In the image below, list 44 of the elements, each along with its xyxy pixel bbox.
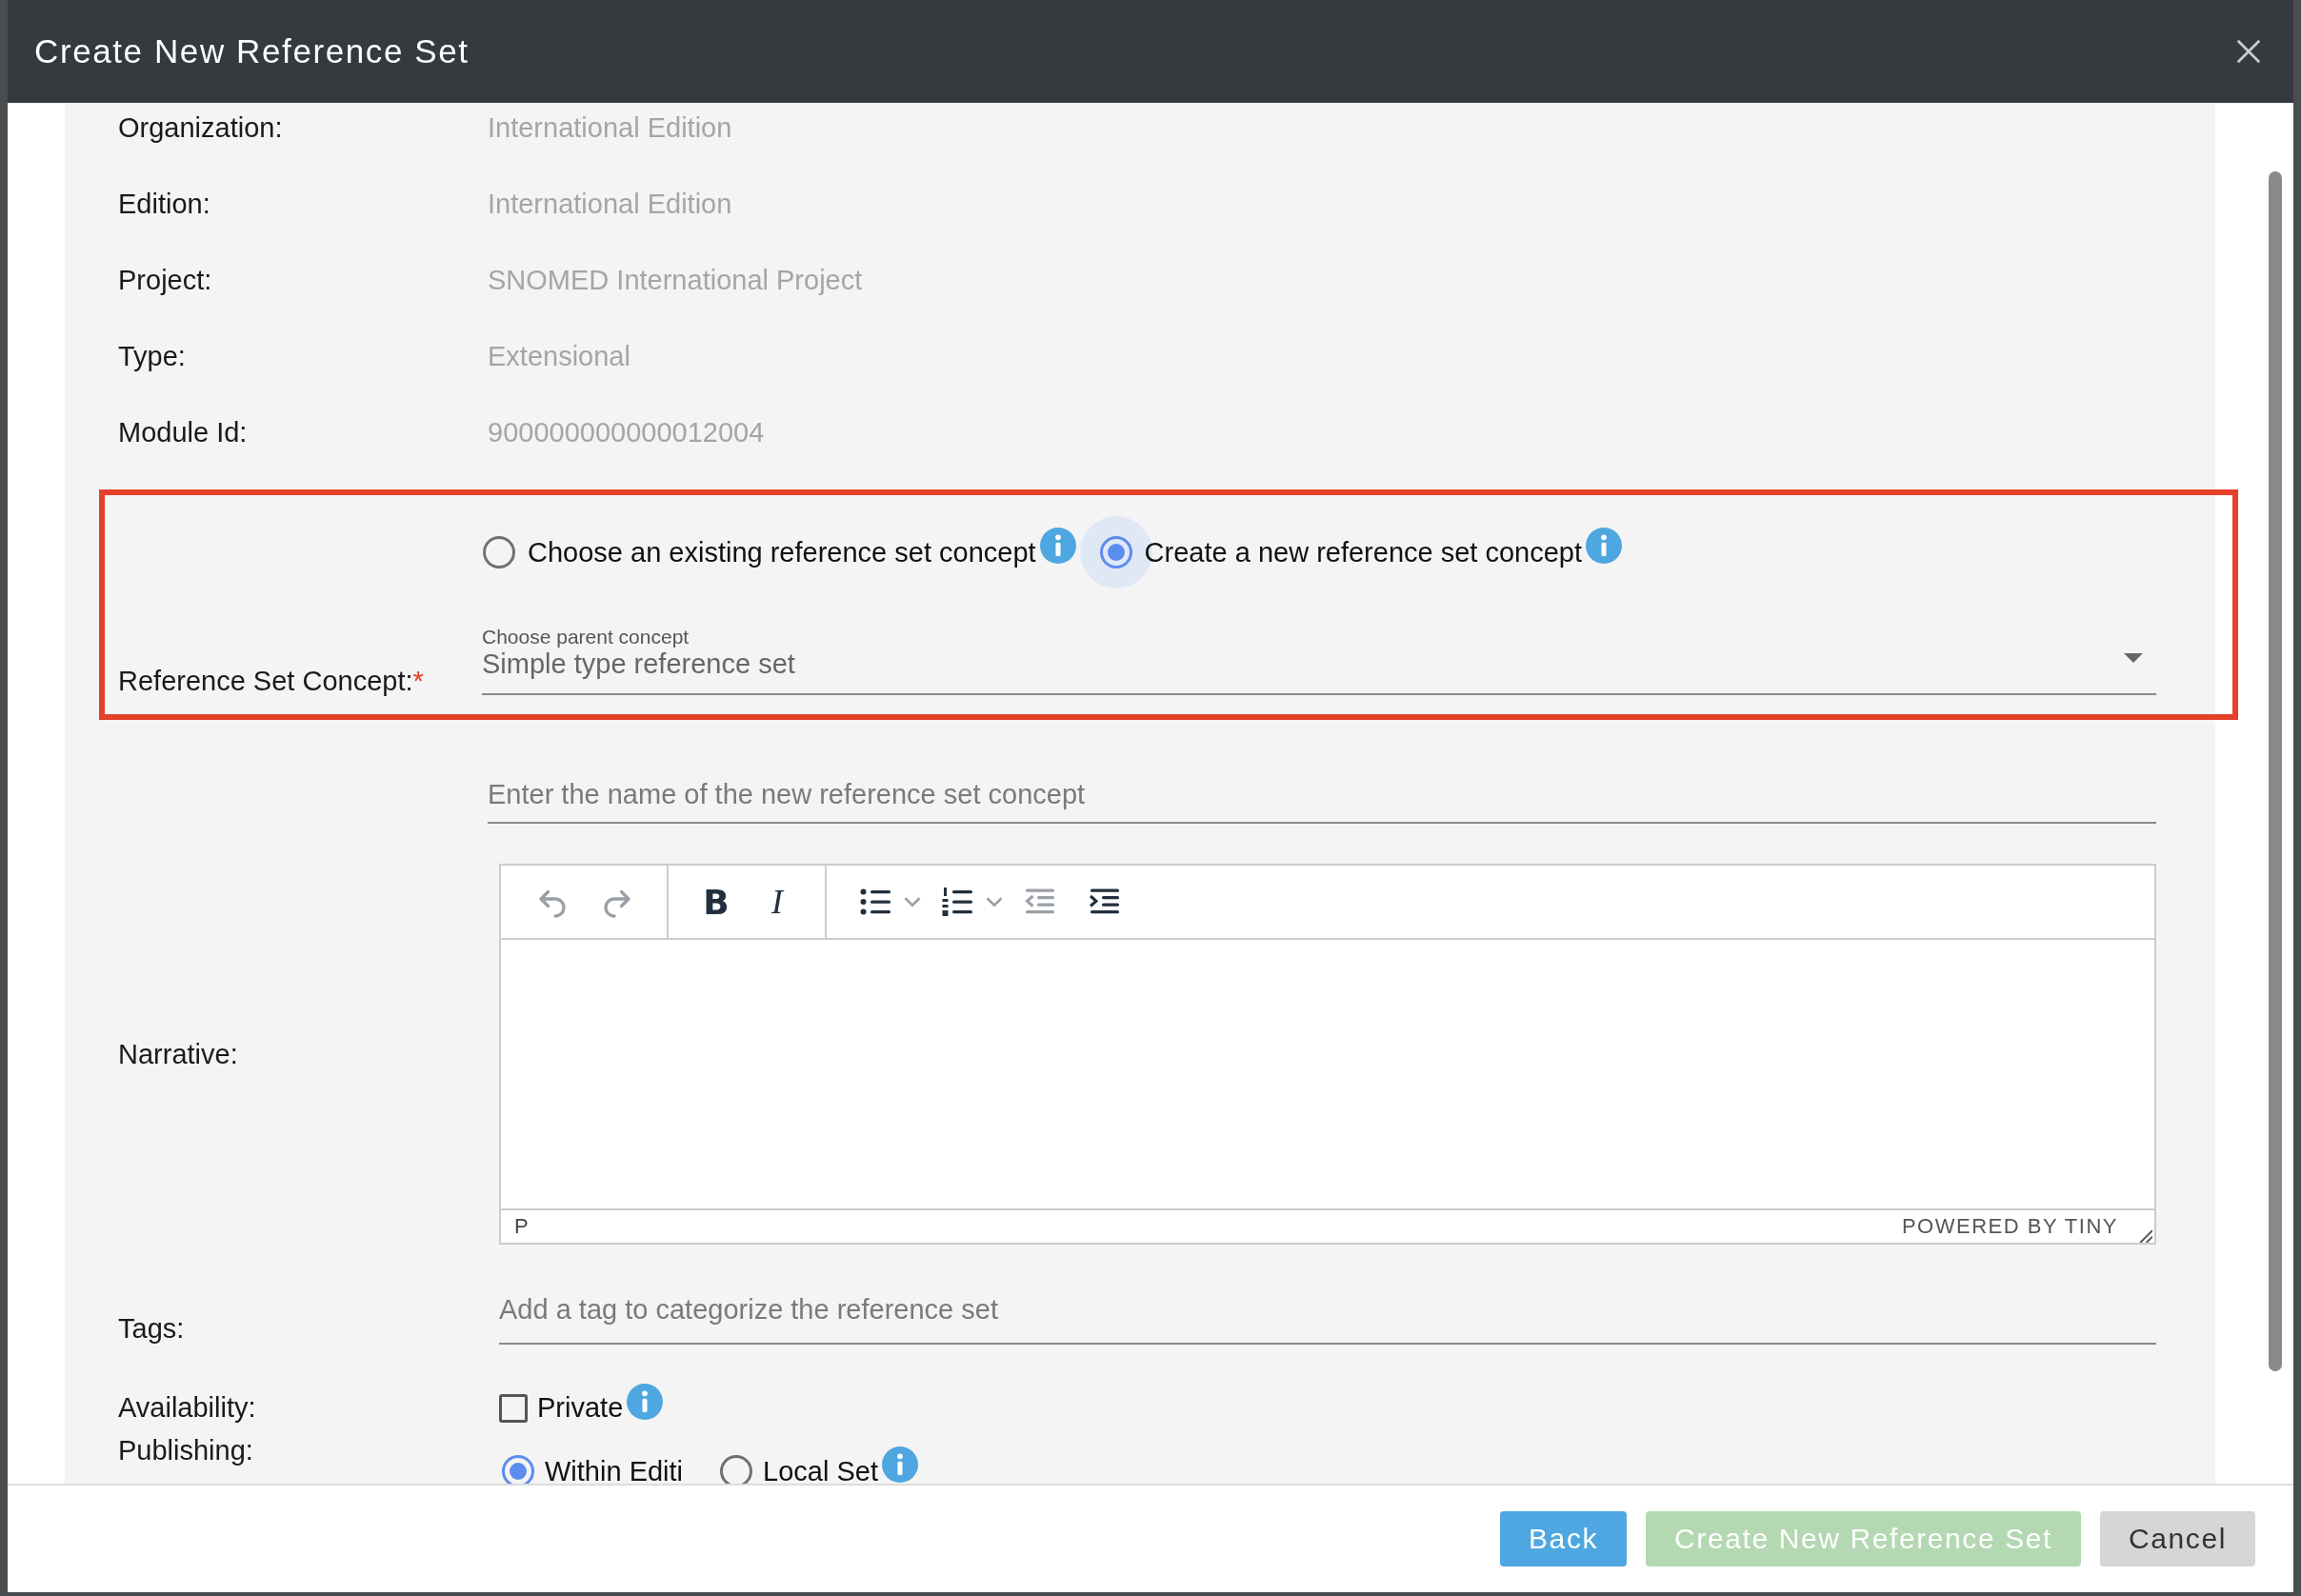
concept-name-field[interactable]: Enter the name of the new reference set concept [488, 779, 2156, 824]
field-label: Project: [118, 264, 213, 296]
resize-handle-icon[interactable] [2137, 1227, 2152, 1243]
editor-branding[interactable]: POWERED BY TINY [1901, 1214, 2118, 1239]
radio-button[interactable] [720, 1455, 753, 1484]
element-path: P [514, 1214, 530, 1239]
checkbox[interactable] [499, 1393, 528, 1423]
radio-button[interactable] [502, 1455, 534, 1484]
field-label: Publishing: [118, 1435, 254, 1467]
field-label: Tags: [118, 1313, 186, 1345]
radio-button[interactable] [1099, 536, 1132, 569]
checkbox-label[interactable]: Private [537, 1392, 624, 1424]
radio-label[interactable]: Create a new reference set concept [1144, 536, 1583, 569]
italic-button[interactable]: I [758, 882, 796, 922]
field-value: International Edition [488, 188, 733, 220]
dialog-title: Create New Reference Set [34, 32, 470, 70]
field-label: Module Id: [118, 416, 249, 449]
dropdown-caret-icon[interactable] [2124, 653, 2143, 663]
radio-label[interactable]: Local Set [763, 1455, 878, 1484]
rich-text-editor[interactable]: B I P POWERED BY TINY [499, 864, 2156, 1245]
dialog-button[interactable]: Cancel [2100, 1511, 2255, 1566]
radio-button[interactable] [483, 536, 515, 569]
info-icon[interactable] [881, 1446, 918, 1483]
scrollbar[interactable] [2269, 171, 2282, 1371]
tags-field[interactable]: Add a tag to categorize the reference set [499, 1294, 2156, 1345]
field-value: 900000000000012004 [488, 416, 766, 449]
close-icon[interactable] [2234, 37, 2263, 66]
numbered-list-icon[interactable] [941, 885, 975, 919]
radio-label[interactable]: Within Editi [545, 1455, 684, 1484]
info-icon[interactable] [1039, 528, 1076, 564]
field-label: Narrative: [118, 1038, 239, 1070]
field-label: Organization: [118, 111, 284, 144]
field-value: Extensional [488, 340, 631, 372]
parent-concept-select[interactable]: Choose parent concept Simple type reference set [482, 615, 2156, 695]
bold-button[interactable]: B [697, 882, 735, 922]
info-icon[interactable] [627, 1383, 664, 1420]
field-label: Availability: [118, 1392, 257, 1424]
radio-label[interactable]: Choose an existing reference set concept [528, 536, 1036, 569]
info-icon[interactable] [1586, 528, 1623, 564]
field-label: Edition: [118, 188, 211, 220]
field-value: SNOMED International Project [488, 264, 864, 296]
field-label: Type: [118, 340, 187, 372]
field-label: Reference Set Concept:* [118, 666, 424, 697]
field-value: International Edition [488, 111, 733, 144]
